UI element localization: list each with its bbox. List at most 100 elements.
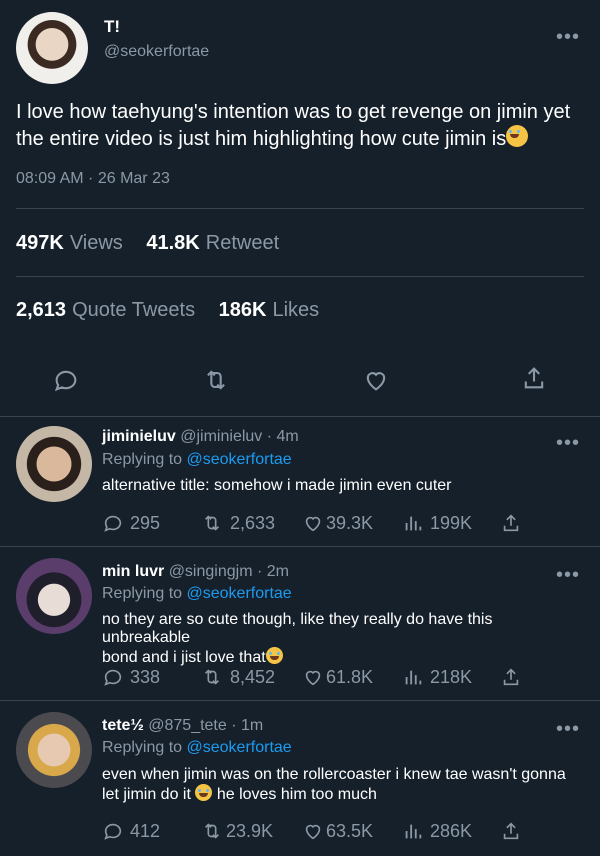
retweet-icon: [204, 669, 220, 685]
reply-item[interactable]: tete½ @875_tete · 1m ••• Replying to @se…: [0, 700, 600, 856]
view-count: 199K: [430, 512, 473, 533]
avatar[interactable]: [16, 712, 92, 788]
like-icon: [305, 516, 321, 532]
reply-actions: 338 8,452 61.8K 218K: [0, 666, 600, 690]
retweet-button[interactable]: 2,633: [200, 512, 275, 534]
reply-button[interactable]: 338: [102, 666, 160, 688]
reply-text: even when jimin was on the rollercoaster…: [102, 766, 582, 804]
retweet-icon: [204, 823, 220, 839]
reply-author-handle[interactable]: @875_tete · 1m: [148, 717, 263, 734]
view-count: 286K: [430, 820, 473, 841]
view-count: 218K: [430, 666, 473, 687]
like-button[interactable]: 63.5K: [302, 820, 373, 842]
reply-button[interactable]: 295: [102, 512, 160, 534]
share-icon: [503, 668, 519, 686]
reply-text: alternative title: somehow i made jimin …: [102, 477, 452, 494]
reply-text-line: bond and i jist love that: [102, 649, 266, 666]
author-avatar[interactable]: [16, 12, 88, 84]
quotes-count[interactable]: 2,613: [16, 299, 66, 321]
replying-to-handle[interactable]: @seokerfortae: [187, 585, 292, 602]
views-button[interactable]: 218K: [402, 666, 472, 688]
views-label[interactable]: Views: [70, 232, 123, 254]
loudly-crying-emoji-icon: [195, 784, 213, 801]
divider: [16, 276, 584, 277]
author-name[interactable]: T!: [104, 17, 120, 37]
retweet-count: 2,633: [230, 512, 276, 533]
reply-header: tete½ @875_tete · 1m: [102, 717, 263, 735]
more-options-icon[interactable]: •••: [556, 433, 580, 453]
replying-to-handle[interactable]: @seokerfortae: [187, 739, 292, 756]
reply-icon: [104, 515, 122, 532]
quotes-label[interactable]: Quote Tweets: [72, 299, 195, 321]
reply-text-line: even when jimin was on the rollercoaster…: [102, 766, 566, 783]
like-button[interactable]: 39.3K: [302, 512, 373, 534]
loudly-crying-emoji-icon: [265, 647, 283, 664]
share-icon: [503, 514, 519, 532]
stats-row-quotes: 2,613 Quote Tweets 186K Likes: [16, 299, 319, 322]
retweet-button[interactable]: 8,452: [200, 666, 275, 688]
views-button[interactable]: 286K: [402, 820, 472, 842]
share-button[interactable]: [500, 512, 522, 534]
stats-row-views: 497K Views 41.8K Retweet: [16, 232, 279, 255]
reply-author-handle[interactable]: @jiminieluv · 4m: [180, 428, 298, 445]
reply-item[interactable]: jiminieluv @jiminieluv · 4m ••• Replying…: [0, 416, 600, 546]
like-icon[interactable]: [362, 366, 390, 399]
likes-count[interactable]: 186K: [219, 299, 267, 321]
share-button[interactable]: [500, 666, 522, 688]
reply-text: no they are so cute though, like they re…: [102, 611, 582, 667]
reply-count: 412: [130, 820, 161, 841]
tweet-text: I love how taehyung's intention was to g…: [16, 100, 591, 152]
reply-count: 295: [130, 512, 161, 533]
avatar[interactable]: [16, 558, 92, 634]
retweet-count: 23.9K: [226, 820, 274, 841]
reply-author-name[interactable]: jiminieluv: [102, 428, 176, 445]
reply-author-handle[interactable]: @singingjm · 2m: [169, 563, 289, 580]
tweet-text-content: I love how taehyung's intention was to g…: [16, 101, 571, 150]
reply-author-name[interactable]: min luvr: [102, 563, 164, 580]
views-button[interactable]: 199K: [402, 512, 472, 534]
reply-icon: [104, 823, 122, 840]
reply-text-line: no they are so cute though, like they re…: [102, 611, 493, 646]
retweet-icon[interactable]: [202, 366, 230, 399]
reply-text-line: he loves him too much: [216, 786, 377, 803]
views-count[interactable]: 497K: [16, 232, 64, 254]
views-chart-icon: [405, 824, 422, 839]
views-chart-icon: [405, 516, 422, 531]
likes-label[interactable]: Likes: [272, 299, 319, 321]
reply-author-name[interactable]: tete½: [102, 717, 144, 734]
retweets-count[interactable]: 41.8K: [146, 232, 199, 254]
like-icon: [305, 824, 321, 840]
more-options-icon[interactable]: •••: [556, 27, 580, 47]
reply-actions: 295 2,633 39.3K 199K: [0, 512, 600, 536]
share-icon: [503, 822, 519, 840]
share-button[interactable]: [500, 820, 522, 842]
reply-header: min luvr @singingjm · 2m: [102, 563, 289, 581]
more-options-icon[interactable]: •••: [556, 565, 580, 585]
author-handle[interactable]: @seokerfortae: [104, 43, 209, 61]
reply-icon[interactable]: [52, 366, 80, 399]
like-count: 61.8K: [326, 666, 374, 687]
retweets-label[interactable]: Retweet: [206, 232, 279, 254]
tweet-timestamp[interactable]: 08:09 AM · 26 Mar 23: [16, 170, 170, 188]
reply-count: 338: [130, 666, 161, 687]
reply-header: jiminieluv @jiminieluv · 4m: [102, 428, 299, 446]
replying-to: Replying to @seokerfortae: [102, 585, 292, 603]
reply-button[interactable]: 412: [102, 820, 160, 842]
reply-actions: 412 23.9K 63.5K 286K: [0, 820, 600, 844]
retweet-button[interactable]: 23.9K: [200, 820, 273, 842]
reply-text-line: let jimin do it: [102, 786, 191, 803]
views-chart-icon: [405, 670, 422, 685]
share-icon[interactable]: [520, 364, 548, 397]
replying-to: Replying to @seokerfortae: [102, 451, 292, 469]
avatar[interactable]: [16, 426, 92, 502]
like-count: 63.5K: [326, 820, 374, 841]
replying-to-handle[interactable]: @seokerfortae: [187, 451, 292, 468]
more-options-icon[interactable]: •••: [556, 719, 580, 739]
like-count: 39.3K: [326, 512, 374, 533]
reply-item[interactable]: min luvr @singingjm · 2m ••• Replying to…: [0, 546, 600, 700]
like-icon: [305, 670, 321, 686]
replying-to-label: Replying to: [102, 451, 183, 468]
like-button[interactable]: 61.8K: [302, 666, 373, 688]
retweet-count: 8,452: [230, 666, 276, 687]
reply-icon: [104, 669, 122, 686]
